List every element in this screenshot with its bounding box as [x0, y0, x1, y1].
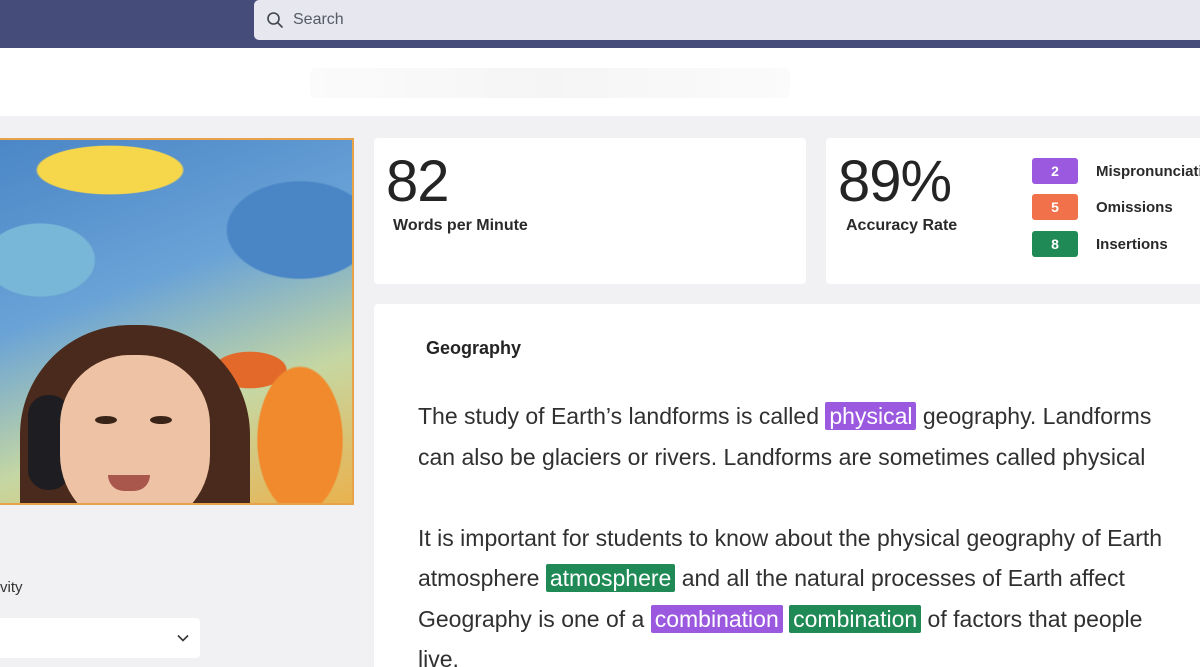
reading-passage-card: Geography The study of Earth’s landforms…	[374, 304, 1200, 667]
accuracy-value: 89%	[838, 149, 952, 214]
accuracy-label: Accuracy Rate	[846, 217, 958, 234]
mispronunciation-count-badge: 2	[1032, 158, 1078, 184]
wpm-value: 82	[386, 149, 450, 214]
wpm-label: Words per Minute	[393, 217, 528, 234]
omission-count-badge: 5	[1032, 194, 1078, 220]
stat-omissions: 5 Omissions	[1032, 194, 1173, 220]
student-video-feed	[0, 138, 354, 505]
passage-text: The study of Earth’s landforms is called…	[418, 396, 1200, 667]
passage-line: live.	[418, 646, 459, 667]
top-bar: Search	[0, 0, 1200, 48]
page-header	[0, 48, 1200, 116]
passage-text-span: atmosphere	[418, 565, 546, 591]
mispronounced-word[interactable]: physical	[825, 402, 917, 430]
search-box[interactable]: Search	[254, 0, 1200, 40]
mispronounced-word[interactable]: combination	[650, 604, 783, 633]
passage-line: atmosphere atmosphere and all the natura…	[418, 558, 1200, 599]
video-person-eye-left	[95, 416, 117, 424]
passage-text-span: Geography is one of a	[418, 605, 651, 632]
inserted-word[interactable]: atmosphere	[545, 564, 676, 592]
stat-mispronunciations: 2 Mispronunciations	[1032, 158, 1200, 184]
stat-insertions: 8 Insertions	[1032, 231, 1168, 257]
activity-dropdown[interactable]	[0, 618, 200, 658]
passage-line: can also be glaciers or rivers. Landform…	[418, 443, 1146, 470]
video-person-eye-right	[150, 416, 172, 424]
insertion-count-badge: 8	[1032, 231, 1078, 257]
mispronunciation-label: Mispronunciations	[1096, 162, 1200, 180]
search-icon	[267, 12, 283, 28]
passage-text-span: The study of Earth’s landforms is called	[418, 403, 826, 429]
passage-line: Geography is one of a combination combin…	[418, 599, 1200, 640]
insertion-label: Insertions	[1096, 235, 1168, 253]
omission-label: Omissions	[1096, 198, 1173, 216]
passage-title: Geography	[426, 338, 522, 358]
passage-text-span: of factors that people	[921, 605, 1143, 632]
activity-label: vity	[0, 579, 23, 596]
passage-line: It is important for students to know abo…	[418, 524, 1163, 551]
header-placeholder	[310, 68, 790, 98]
words-per-minute-card: 82 Words per Minute	[374, 138, 806, 284]
chevron-down-icon	[177, 634, 189, 642]
passage-text-span: and all the natural processes of Earth a…	[675, 565, 1125, 591]
inserted-word[interactable]: combination	[789, 604, 922, 633]
passage-line: The study of Earth’s landforms is called…	[418, 396, 1200, 437]
search-input[interactable]: Search	[293, 11, 344, 29]
passage-text-span: geography. Landforms	[916, 403, 1152, 429]
